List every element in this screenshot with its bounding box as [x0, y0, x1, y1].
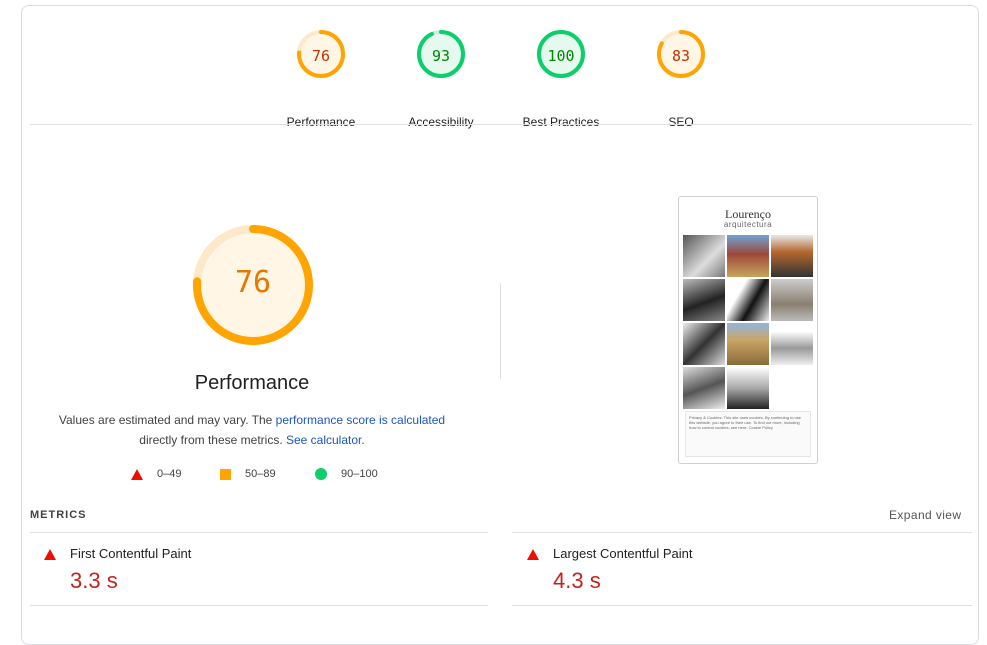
metric-value: 4.3 s: [553, 568, 601, 593]
photo-thumbnail: [771, 235, 813, 277]
metrics-divider: [30, 532, 488, 533]
performance-score: 76: [234, 265, 272, 300]
photo-thumbnail: [727, 323, 769, 365]
photo-thumbnail: [683, 235, 725, 277]
triangle-icon: [44, 549, 56, 560]
site-logo-subtext: arquitectura: [723, 220, 773, 229]
desc-text: directly from these metrics.: [139, 433, 286, 447]
photo-grid: [683, 235, 813, 409]
gauge-accessibility[interactable]: 93 Accessibility: [381, 28, 501, 129]
see-calculator-link[interactable]: See calculator: [286, 433, 361, 447]
photo-thumbnail: [683, 279, 725, 321]
gauge-label: Performance: [286, 115, 356, 129]
gauge-label: SEO: [668, 115, 694, 129]
legend-fail: 0–49: [131, 468, 181, 480]
performance-gauge-large: 76: [191, 223, 315, 347]
metrics-heading: METRICS: [30, 509, 87, 521]
metrics-divider: [512, 532, 972, 533]
metric-first-contentful-paint: First Contentful Paint 3.3 s: [44, 546, 484, 596]
gauge-label: Accessibility: [408, 115, 474, 129]
cookie-notice: Privacy & Cookies: This site uses cookie…: [685, 411, 811, 457]
desc-text: Values are estimated and may vary. The: [58, 413, 276, 427]
gauge-score: 83: [671, 47, 691, 65]
square-icon: [220, 468, 231, 480]
gauge-performance[interactable]: 76 Performance: [261, 28, 381, 129]
gauge-best-practices[interactable]: 100 Best Practices: [501, 28, 621, 129]
legend-pass: 90–100: [315, 468, 378, 480]
metric-value: 3.3 s: [70, 568, 118, 593]
triangle-icon: [527, 549, 539, 560]
photo-thumbnail: [683, 323, 725, 365]
photo-thumbnail: [727, 279, 769, 321]
legend-average: 50–89: [220, 468, 276, 480]
legend-range: 90–100: [341, 468, 378, 480]
legend-range: 0–49: [157, 468, 182, 480]
gauge-score: 100: [547, 47, 575, 65]
metric-title: First Contentful Paint: [70, 546, 192, 561]
performance-score-link[interactable]: performance score is calculated: [276, 413, 445, 427]
photo-thumbnail: [727, 235, 769, 277]
triangle-icon: [131, 468, 143, 480]
metric-largest-contentful-paint: Largest Contentful Paint 4.3 s: [527, 546, 967, 596]
photo-thumbnail: [727, 367, 769, 409]
metrics-divider: [30, 605, 488, 606]
legend-range: 50–89: [245, 468, 276, 480]
header-divider: [30, 124, 972, 125]
vertical-divider: [500, 283, 501, 379]
final-screenshot[interactable]: Lourenço arquitectura Privacy & Cookies:…: [678, 196, 818, 464]
gauge-label: Best Practices: [522, 115, 600, 129]
photo-thumbnail: [771, 323, 813, 365]
photo-thumbnail: [771, 279, 813, 321]
expand-view-toggle[interactable]: Expand view: [889, 508, 961, 522]
gauge-seo[interactable]: 83 SEO: [621, 28, 741, 129]
performance-title: Performance: [194, 372, 310, 394]
gauge-score: 76: [311, 47, 331, 65]
performance-description: Values are estimated and may vary. The p…: [52, 410, 452, 450]
metric-title: Largest Contentful Paint: [553, 546, 693, 561]
circle-icon: [315, 468, 327, 480]
gauge-score: 93: [431, 47, 451, 65]
photo-thumbnail: [771, 367, 813, 409]
desc-text: .: [361, 433, 365, 447]
metrics-divider: [512, 605, 972, 606]
photo-thumbnail: [683, 367, 725, 409]
